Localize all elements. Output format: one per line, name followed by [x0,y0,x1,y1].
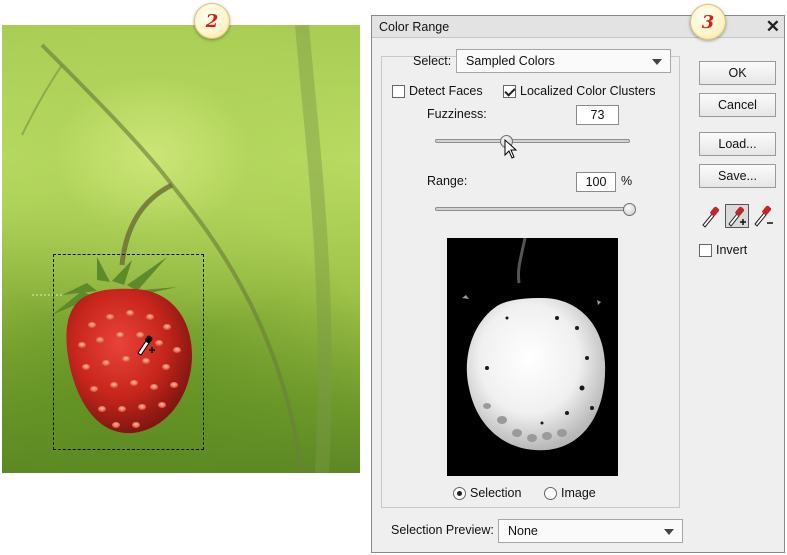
color-range-dialog: Color Range ✕ Select: Sampled Colors Det… [371,15,785,553]
detect-faces-label: Detect Faces [409,84,483,98]
range-slider-track[interactable] [435,207,635,211]
localized-clusters-checkbox[interactable] [503,85,516,98]
invert-label: Invert [716,243,748,257]
selection-marquee [53,254,204,450]
fuzziness-input[interactable]: 73 [576,105,619,125]
load-button[interactable]: Load... [699,132,776,156]
dialog-title: Color Range [379,20,450,34]
chevron-down-icon [664,529,674,535]
ok-button[interactable]: OK [699,61,776,85]
selection-radio-label: Selection [470,486,522,500]
selection-preview-image [447,238,618,476]
select-label: Select: [413,54,452,68]
range-slider-thumb[interactable] [623,203,636,216]
eyedropper-icon[interactable] [699,204,723,228]
photo-canvas[interactable] [2,25,360,473]
range-unit: % [621,174,633,188]
range-label: Range: [427,174,468,188]
selection-radio[interactable] [453,487,466,500]
invert-checkbox[interactable] [699,244,712,257]
selection-preview-dropdown[interactable]: None [498,519,683,543]
fuzziness-label: Fuzziness: [427,107,487,121]
pointer-cursor-icon [504,138,518,162]
cancel-button[interactable]: Cancel [699,93,776,117]
range-input[interactable]: 100 [576,172,616,192]
chevron-down-icon [652,59,662,65]
selection-preview-label: Selection Preview: [391,523,494,537]
eyedropper-minus-icon[interactable] [752,204,776,228]
fuzziness-slider-track[interactable] [435,139,630,143]
close-icon[interactable]: ✕ [766,16,780,38]
step-badge-2: 2 [194,3,230,39]
step-badge-3: 3 [690,4,726,40]
detect-faces-checkbox[interactable] [392,85,405,98]
select-dropdown[interactable]: Sampled Colors [456,49,671,73]
save-button[interactable]: Save... [699,164,776,188]
eyedropper-plus-icon[interactable] [725,204,749,228]
localized-clusters-label: Localized Color Clusters [520,84,656,98]
image-radio-label: Image [561,486,596,500]
image-radio[interactable] [544,487,557,500]
